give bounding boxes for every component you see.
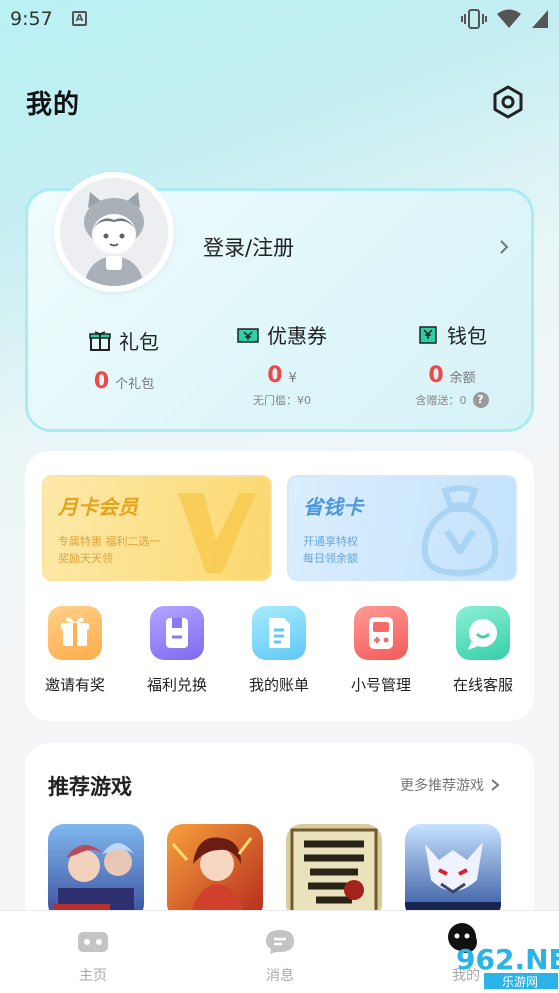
stat-coupon-unit: ¥ (288, 371, 297, 386)
stat-wallet-label: 钱包 (447, 324, 487, 348)
status-time: 9:57 (10, 8, 53, 30)
save-card-desc1: 开通享特权 (303, 535, 358, 548)
gift-icon (48, 606, 102, 660)
stat-wallet-sub: 含赠送：0 (415, 394, 467, 407)
save-card-banner[interactable]: 省钱卡 开通享特权 每日领余额 (287, 475, 517, 581)
more-games-label: 更多推荐游戏 (400, 778, 484, 794)
quick-bill-label: 我的账单 (248, 676, 309, 694)
signal-icon (532, 10, 548, 28)
quick-service-label: 在线客服 (452, 676, 513, 694)
stat-gift-label: 礼包 (119, 330, 159, 354)
nav-messages-label: 消息 (266, 968, 294, 984)
more-games-link[interactable]: 更多推荐游戏 (400, 775, 500, 795)
vibrate-icon (461, 9, 487, 29)
nav-home[interactable]: 主页 (53, 929, 133, 985)
site-watermark: 962.NET 乐游网 (420, 915, 559, 990)
chat-icon (456, 606, 510, 660)
game-thumbnail[interactable] (405, 824, 501, 920)
help-icon[interactable]: ? (472, 392, 489, 408)
page-title: 我的 (26, 90, 81, 120)
stat-gift-value: 0 (93, 369, 110, 394)
status-icons (461, 8, 549, 30)
stat-gift-unit: 个礼包 (115, 377, 155, 392)
wifi-icon (497, 9, 521, 28)
notification-icon: A (72, 11, 87, 26)
save-card-title: 省钱卡 (303, 495, 363, 519)
quick-service[interactable]: 在线客服 (438, 606, 528, 695)
stat-coupon-value: 0 (267, 363, 283, 388)
gamepad-icon (354, 606, 408, 660)
coupon-icon (237, 327, 259, 343)
message-icon (266, 930, 294, 954)
stat-wallet-value: 0 (428, 363, 444, 388)
login-register-link[interactable]: 登录/注册 (203, 232, 294, 262)
quick-exchange[interactable]: 福利兑换 (132, 606, 222, 695)
wallet-icon (419, 325, 437, 344)
voucher-icon (150, 606, 204, 660)
settings-icon (493, 85, 523, 119)
quick-invite-label: 邀请有奖 (44, 676, 105, 694)
stat-wallet[interactable]: 钱包 0 余额 含赠送：0 ? (384, 320, 520, 408)
month-card-desc1: 专属特惠 福利二选一 (58, 535, 161, 548)
game-thumbnail[interactable] (286, 824, 382, 920)
quick-invite[interactable]: 邀请有奖 (30, 606, 120, 695)
default-avatar-icon (60, 178, 168, 286)
bill-icon (252, 606, 306, 660)
month-card-title: 月卡会员 (58, 495, 138, 519)
home-gamepad-icon (78, 932, 108, 952)
money-bag-icon (421, 485, 499, 577)
status-bar: 9:57 A (0, 0, 559, 40)
avatar[interactable] (54, 172, 174, 292)
game-thumbnail[interactable] (48, 824, 144, 920)
chevron-right-icon (491, 779, 500, 791)
gift-box-icon (89, 330, 111, 351)
quick-bill[interactable]: 我的账单 (234, 606, 324, 695)
v-badge-icon (178, 493, 256, 573)
quick-exchange-label: 福利兑换 (146, 676, 207, 694)
stat-gift[interactable]: 礼包 0 个礼包 (56, 326, 192, 394)
game-thumbnail[interactable] (167, 824, 263, 920)
quick-subaccount-label: 小号管理 (350, 676, 411, 694)
save-card-desc2: 每日领余额 (303, 552, 358, 565)
stat-coupon-sub: 无门槛：¥0 (253, 394, 311, 407)
month-card-desc2: 奖励天天领 (58, 552, 113, 565)
month-card-banner[interactable]: 月卡会员 专属特惠 福利二选一 奖励天天领 (42, 475, 272, 581)
stat-wallet-unit: 余额 (449, 371, 476, 386)
nav-messages[interactable]: 消息 (240, 929, 320, 985)
stat-coupon[interactable]: 优惠券 0 ¥ 无门槛：¥0 (214, 320, 350, 408)
chevron-right-icon[interactable] (498, 238, 510, 256)
settings-button[interactable] (490, 84, 526, 120)
nav-home-label: 主页 (79, 968, 107, 984)
quick-subaccount[interactable]: 小号管理 (336, 606, 426, 695)
games-title: 推荐游戏 (48, 775, 132, 799)
stat-coupon-label: 优惠券 (267, 324, 327, 348)
watermark-text: 962.NET (456, 943, 559, 976)
watermark-sub: 乐游网 (502, 975, 538, 989)
